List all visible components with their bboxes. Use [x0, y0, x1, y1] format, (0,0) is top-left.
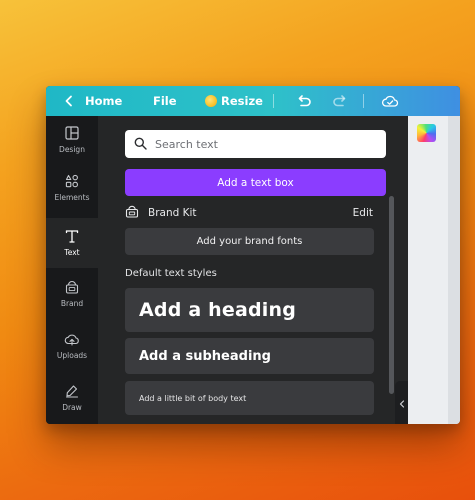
canvas-edge: [448, 116, 460, 424]
rail-item-label: Text: [64, 248, 80, 257]
brand-icon: [65, 280, 79, 299]
add-heading-button[interactable]: Add a heading: [125, 288, 374, 332]
redo-icon: [332, 95, 348, 107]
draw-icon: [65, 384, 79, 403]
add-subheading-button[interactable]: Add a subheading: [125, 338, 374, 374]
elements-icon: [65, 174, 79, 193]
add-body-text-button[interactable]: Add a little bit of body text: [125, 381, 374, 415]
rail-item-text[interactable]: Text: [46, 218, 98, 268]
home-label: Home: [85, 94, 123, 108]
chevron-left-icon: [64, 95, 74, 107]
rail-item-draw[interactable]: Draw: [46, 374, 98, 422]
divider: [273, 94, 274, 108]
brand-kit-edit-link[interactable]: Edit: [353, 207, 373, 219]
cloud-save-button[interactable]: [381, 86, 399, 116]
chevron-left-icon: [399, 393, 405, 412]
divider: [363, 94, 364, 108]
color-palette-icon[interactable]: [417, 124, 436, 142]
collapse-panel-button[interactable]: [395, 381, 408, 424]
side-rail: Design Elements Text Brand Uploads Draw: [46, 116, 98, 424]
add-text-box-button[interactable]: Add a text box: [125, 169, 386, 196]
panel-scrollbar[interactable]: [389, 196, 394, 394]
add-brand-fonts-button[interactable]: Add your brand fonts: [125, 228, 374, 255]
undo-button[interactable]: [296, 86, 312, 116]
home-button[interactable]: Home: [64, 86, 122, 116]
search-box[interactable]: [125, 130, 386, 158]
brand-kit-row: Brand Kit Edit: [125, 205, 373, 221]
uploads-icon: [64, 332, 80, 351]
editor-window: Home File Resize Design Elements Text Br…: [46, 86, 460, 424]
rail-item-uploads[interactable]: Uploads: [46, 322, 98, 370]
top-bar: Home File Resize: [46, 86, 460, 116]
design-icon: [65, 126, 79, 145]
text-panel: Add a text box Brand Kit Edit Add your b…: [98, 116, 408, 424]
rail-item-label: Elements: [54, 193, 90, 202]
rail-item-elements[interactable]: Elements: [46, 164, 98, 212]
search-input[interactable]: [155, 137, 365, 151]
cloud-check-icon: [381, 94, 399, 108]
rail-item-label: Brand: [60, 299, 84, 308]
text-icon: [65, 229, 79, 248]
resize-button[interactable]: Resize: [205, 86, 263, 116]
canvas-area: [408, 116, 460, 424]
redo-button[interactable]: [332, 86, 348, 116]
default-text-styles-heading: Default text styles: [125, 268, 217, 279]
rail-item-label: Draw: [62, 403, 82, 412]
undo-icon: [296, 95, 312, 107]
rail-item-label: Design: [59, 145, 85, 154]
brand-kit-icon: [125, 205, 139, 221]
rail-item-brand[interactable]: Brand: [46, 270, 98, 318]
search-icon: [125, 135, 147, 154]
crown-icon: [205, 95, 217, 107]
rail-item-label: Uploads: [56, 351, 88, 360]
file-menu-button[interactable]: File: [153, 86, 177, 116]
brand-kit-label: Brand Kit: [148, 207, 197, 219]
rail-item-design[interactable]: Design: [46, 116, 98, 164]
file-label: File: [153, 94, 177, 108]
resize-label: Resize: [221, 94, 263, 108]
